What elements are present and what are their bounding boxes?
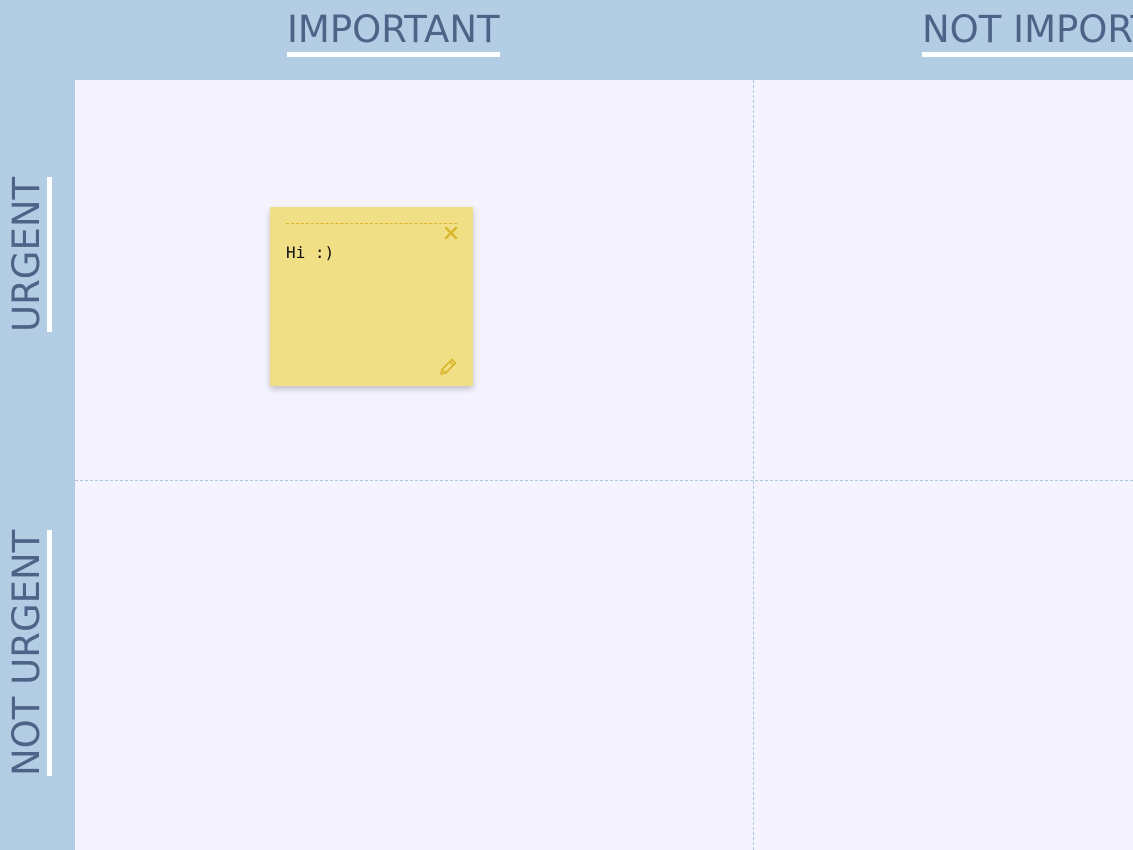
column-header-important: IMPORTANT xyxy=(287,8,500,57)
quadrant-urgent-not-important[interactable] xyxy=(754,80,1133,480)
vertical-divider xyxy=(753,80,754,850)
sticky-note[interactable]: Hi :) xyxy=(270,207,473,386)
column-header-not-important: NOT IMPORTANT xyxy=(922,8,1133,57)
quadrant-not-urgent-important[interactable] xyxy=(75,481,753,850)
quadrant-not-urgent-not-important[interactable] xyxy=(754,481,1133,850)
note-top-line xyxy=(286,223,457,224)
row-header-not-urgent: NOT URGENT xyxy=(5,529,52,776)
close-icon[interactable] xyxy=(443,225,459,241)
note-text[interactable]: Hi :) xyxy=(286,243,334,263)
matrix-board: Hi :) xyxy=(75,80,1133,850)
eisenhower-matrix-page: IMPORTANT NOT IMPORTANT URGENT NOT URGEN… xyxy=(0,0,1133,850)
pencil-icon[interactable] xyxy=(437,356,459,378)
horizontal-divider xyxy=(75,480,1133,481)
row-header-urgent: URGENT xyxy=(5,176,52,332)
